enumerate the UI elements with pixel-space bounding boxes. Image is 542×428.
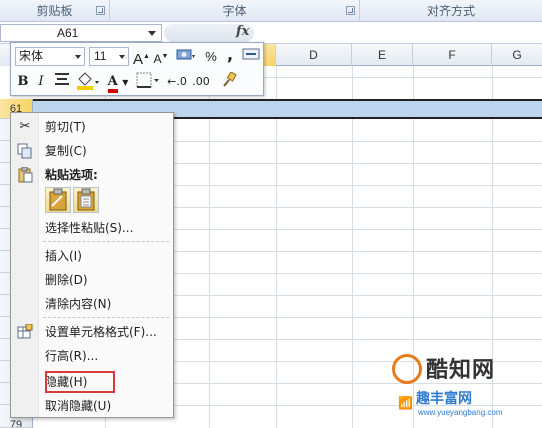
borders-icon xyxy=(136,72,159,88)
font-color-button[interactable]: A ▼ xyxy=(105,72,131,93)
align-center-icon xyxy=(55,73,69,85)
menu-item-format-cells[interactable]: 设置单元格格式(F)... xyxy=(11,321,173,343)
fill-bucket-icon xyxy=(77,72,99,90)
font-color-icon: A xyxy=(107,75,118,93)
menu-item-copy[interactable]: 复制(C) xyxy=(11,140,173,162)
center-align-button[interactable] xyxy=(53,72,71,92)
font-launcher-icon[interactable] xyxy=(346,6,355,15)
name-box-value: A61 xyxy=(57,26,79,40)
paste-icon xyxy=(17,166,33,183)
menu-item-insert-label: 插入(I) xyxy=(45,249,82,263)
wifi-icon: 📶 xyxy=(398,396,413,410)
decrease-decimal-icon: .00 xyxy=(192,75,210,88)
menu-item-cut-label: 剪切(T) xyxy=(45,120,86,134)
font-size-select[interactable]: 11 xyxy=(89,47,129,66)
percent-style-button[interactable]: % xyxy=(203,47,219,67)
formula-bar: A61 fx xyxy=(0,22,542,44)
grow-font-button[interactable]: A▲ xyxy=(133,47,150,68)
menu-item-copy-label: 复制(C) xyxy=(45,144,87,158)
paste-option-paste[interactable] xyxy=(45,187,71,213)
menu-item-row-height[interactable]: 行高(R)... xyxy=(11,345,173,367)
ribbon-group-clipboard-label: 剪贴板 xyxy=(36,4,73,18)
mini-toolbar: 宋体 11 A▲ A▼ % , B I A ▼ ←.0 .00 xyxy=(10,42,264,96)
column-header-e[interactable]: E xyxy=(352,44,413,66)
menu-separator xyxy=(43,317,169,318)
menu-item-clear-contents[interactable]: 清除内容(N) xyxy=(11,293,173,315)
decrease-decimal-button[interactable]: .00 xyxy=(191,72,211,92)
paste-option-values[interactable] xyxy=(73,187,99,213)
ribbon-group-font-label: 字体 xyxy=(222,4,247,18)
accounting-format-button[interactable] xyxy=(175,47,197,67)
scissors-icon: ✂ xyxy=(19,119,31,134)
format-painter-tool-button[interactable] xyxy=(219,71,239,92)
chevron-down-icon[interactable] xyxy=(148,31,156,36)
menu-item-paste-options: 粘贴选项: xyxy=(11,164,173,186)
name-box[interactable]: A61 xyxy=(0,24,162,42)
grow-font-icon: A xyxy=(133,51,144,68)
watermark-subtitle: 趣丰富网 xyxy=(416,391,472,407)
menu-item-format-cells-label: 设置单元格格式(F)... xyxy=(45,325,157,339)
watermark-url: www.yueyangbang.com xyxy=(418,408,503,417)
italic-button[interactable]: I xyxy=(33,72,49,92)
font-name-select[interactable]: 宋体 xyxy=(15,47,85,66)
grid-column-line xyxy=(352,66,353,428)
shrink-font-icon: A xyxy=(153,52,162,66)
grid-column-line xyxy=(276,66,277,428)
format-painter-button[interactable] xyxy=(241,47,261,67)
clipboard-launcher-icon[interactable] xyxy=(96,6,105,15)
copy-icon xyxy=(17,143,33,159)
menu-item-clear-contents-label: 清除内容(N) xyxy=(45,297,112,311)
increase-decimal-button[interactable]: ←.0 xyxy=(167,72,187,92)
watermark-logo-icon xyxy=(392,354,422,384)
accounting-format-icon xyxy=(176,49,195,60)
font-name-value: 宋体 xyxy=(19,49,44,63)
ribbon-group-alignment-label: 对齐方式 xyxy=(426,4,475,18)
grid-column-line xyxy=(209,66,210,428)
bold-button[interactable]: B xyxy=(15,72,31,92)
ribbon-group-font: 字体 xyxy=(110,0,360,22)
decimal-icon xyxy=(242,48,260,60)
chevron-down-icon[interactable] xyxy=(119,55,125,59)
hide-highlight-box xyxy=(45,371,115,393)
paintbrush-icon xyxy=(223,71,237,87)
insert-function-icon[interactable]: fx xyxy=(236,24,249,39)
menu-item-cut[interactable]: ✂ 剪切(T) xyxy=(11,116,173,138)
font-size-value: 11 xyxy=(94,49,107,63)
ribbon-group-alignment: 对齐方式 xyxy=(360,0,542,22)
menu-item-paste-special-label: 选择性粘贴(S)... xyxy=(45,221,134,235)
shrink-font-button[interactable]: A▼ xyxy=(153,47,169,67)
menu-item-row-height-label: 行高(R)... xyxy=(45,349,99,363)
menu-item-delete-label: 删除(D) xyxy=(45,273,88,287)
column-header-d[interactable]: D xyxy=(276,44,352,66)
fill-color-button[interactable] xyxy=(75,72,101,92)
menu-item-unhide-label: 取消隐藏(U) xyxy=(45,399,112,413)
column-header-g[interactable]: G xyxy=(492,44,542,66)
column-header-f[interactable]: F xyxy=(413,44,492,66)
ribbon-group-clipboard: 剪贴板 xyxy=(0,0,110,22)
menu-item-paste-options-label: 粘贴选项: xyxy=(45,168,98,182)
menu-item-unhide[interactable]: 取消隐藏(U) xyxy=(11,395,173,417)
menu-separator xyxy=(43,241,169,242)
paste-values-icon xyxy=(77,188,95,211)
site-watermark: 酷知网 📶 趣丰富网 www.yueyangbang.com xyxy=(392,346,542,428)
menu-item-insert[interactable]: 插入(I) xyxy=(11,245,173,267)
menu-item-delete[interactable]: 删除(D) xyxy=(11,269,173,291)
borders-button[interactable] xyxy=(135,72,161,92)
row-header-bottom[interactable]: 79 xyxy=(0,418,33,428)
ribbon-group-strip: 剪贴板 字体 对齐方式 xyxy=(0,0,542,22)
comma-style-button[interactable]: , xyxy=(223,45,237,65)
menu-item-paste-special[interactable]: 选择性粘贴(S)... xyxy=(11,217,173,239)
paste-clipboard-icon xyxy=(49,188,67,211)
format-cells-icon xyxy=(17,323,33,340)
watermark-title: 酷知网 xyxy=(426,358,496,383)
context-menu: ✂ 剪切(T) 复制(C) 粘贴选项: 选择性粘贴(S)... 插入(I) 删除… xyxy=(10,112,174,418)
increase-decimal-icon: ←.0 xyxy=(167,75,187,88)
chevron-down-icon[interactable] xyxy=(75,55,81,59)
